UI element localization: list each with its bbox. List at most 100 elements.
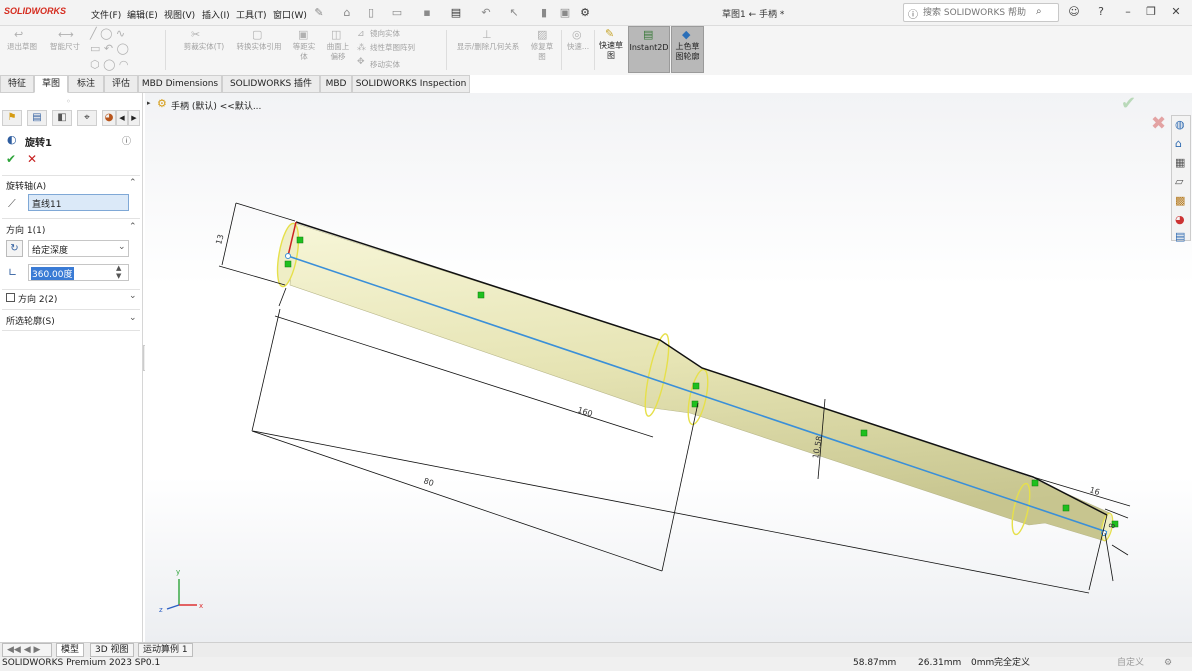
menu-view[interactable]: 视图(V) [164, 8, 195, 21]
offset-on-surface-button[interactable]: 曲面上 偏移 [322, 42, 354, 62]
print-icon[interactable]: ▤ [449, 6, 463, 20]
angle-spinbox[interactable]: 360.00度 ▲ ▼ [28, 264, 129, 281]
exit-sketch-button[interactable]: 退出草图 [6, 42, 38, 52]
repair-sketch-button[interactable]: 修复草 图 [527, 42, 557, 62]
tab-solidworks-inspection[interactable]: SOLIDWORKS Inspection [352, 75, 470, 93]
tab-scroll-left-icon[interactable]: ◀ [116, 110, 128, 126]
user-icon[interactable]: ☺ [1066, 5, 1082, 18]
restore-icon[interactable]: ❐ [1143, 5, 1159, 18]
minimize-icon[interactable]: – [1120, 5, 1136, 18]
move-entities-button[interactable]: 移动实体 [370, 60, 400, 70]
question-icon[interactable]: ? [1093, 5, 1109, 18]
undo-icon[interactable]: ↶ [479, 6, 493, 20]
menu-file[interactable]: 文件(F) [91, 8, 121, 21]
status-bar: SOLIDWORKS Premium 2023 SP0.1 58.87mm 26… [0, 657, 1192, 671]
angle-value: 360.00度 [31, 267, 74, 280]
close-icon[interactable]: ✕ [1168, 5, 1184, 18]
property-manager-icon[interactable]: ▤ [27, 110, 47, 126]
direction2-checkbox[interactable] [6, 293, 15, 302]
save-icon[interactable]: ▪ [420, 6, 434, 20]
menu-tools[interactable]: 工具(T) [236, 8, 267, 21]
rapid-sketch-button[interactable]: 快速草 图 [596, 41, 626, 61]
convert-entities-button[interactable]: 转换实体引用 [231, 42, 287, 52]
end-condition-select[interactable]: 给定深度 ⌄ [28, 240, 129, 257]
axis-selection-value: 直线11 [32, 200, 62, 210]
instant2d-button[interactable]: ▤ Instant2D [628, 26, 670, 73]
tab-features[interactable]: 特征 [0, 75, 34, 93]
convert-icon: ▢ [252, 28, 263, 41]
chevron-up-icon[interactable]: ⌃ [129, 178, 137, 188]
tab-solidworks-addins[interactable]: SOLIDWORKS 插件 [222, 75, 320, 93]
polygon-icon[interactable]: ⬡ ◯ ◠ [90, 58, 129, 71]
dimxpert-icon[interactable]: ⌖ [77, 110, 97, 126]
new-file-icon[interactable]: ▯ [364, 6, 378, 20]
axis-start-point[interactable] [285, 253, 291, 259]
tab-markup[interactable]: 标注 [68, 75, 104, 93]
options-gear-icon[interactable]: ⚙ [578, 6, 592, 20]
status-custom[interactable]: 自定义 [1117, 657, 1144, 670]
rebuild-icon[interactable]: ▮ [537, 6, 551, 20]
configuration-manager-icon[interactable]: ◧ [52, 110, 72, 126]
model-canvas: 13 160 80 10.58 16 8 y x z [159, 202, 1131, 614]
help-search-box[interactable]: ⓘ ⌕ [903, 3, 1059, 22]
tab-scroll-arrows-icon[interactable]: ◀◀ ◀ ▶ ▶▶ [2, 643, 52, 668]
pin-icon[interactable]: ✎ [312, 6, 326, 20]
rectangle-icon[interactable]: ▭ ↶ ◯ [90, 42, 129, 55]
exit-sketch-icon: ↩ [14, 28, 24, 41]
tab-3d-view[interactable]: 3D 视图 [90, 643, 134, 657]
dim-160: 160 [576, 405, 593, 418]
axis-selection-box[interactable]: 直线11 [28, 194, 129, 211]
reverse-direction-icon[interactable]: ↻ [6, 240, 23, 257]
offset-entities-button[interactable]: 等距实 体 [288, 42, 320, 62]
triad-z: z [159, 606, 163, 614]
line-icon[interactable]: ╱ ◯ ∿ [90, 27, 125, 40]
help-icon[interactable]: ⓘ [122, 134, 131, 147]
status-settings-icon[interactable]: ⚙ [1164, 657, 1172, 670]
feature-tree-icon[interactable]: ⚑ [2, 110, 22, 126]
menu-edit[interactable]: 编辑(E) [127, 8, 158, 21]
search-input[interactable] [923, 7, 1035, 19]
select-icon[interactable]: ↖ [507, 6, 521, 20]
ok-check-icon[interactable]: ✔ [6, 152, 16, 166]
direction1-section-title[interactable]: 方向 1(1) [6, 223, 45, 236]
selected-contours-title[interactable]: 所选轮廓(S) [6, 314, 55, 327]
search-icon[interactable]: ⌕ [1036, 6, 1042, 17]
spin-up-icon[interactable]: ▲ [116, 264, 121, 272]
command-manager: ↩ 退出草图 ⟷ 智能尺寸 ╱ ◯ ∿ ▭ ↶ ◯ ⬡ ◯ ◠ ✂ 剪裁实体(T… [0, 26, 1192, 75]
display-manager-icon[interactable]: ◕ [102, 110, 116, 126]
direction2-section-title[interactable]: 方向 2(2) [18, 292, 57, 305]
tab-motion-study[interactable]: 运动算例 1 [138, 643, 193, 657]
home-icon[interactable]: ⌂ [340, 6, 354, 20]
status-x-coordinate: 58.87mm [853, 658, 897, 668]
tab-evaluate[interactable]: 评估 [104, 75, 138, 93]
tab-scroll-right-icon[interactable]: ▶ [128, 110, 140, 126]
open-file-icon[interactable]: ▭ [390, 6, 404, 20]
chevron-up-icon[interactable]: ⌃ [129, 222, 137, 232]
menu-insert[interactable]: 插入(I) [202, 8, 230, 21]
handle-body[interactable] [289, 222, 1111, 542]
tab-sketch[interactable]: 草图 [34, 75, 68, 93]
trim-entities-button[interactable]: 剪裁实体(T) [179, 42, 229, 52]
display-delete-relations-button[interactable]: 显示/删除几何关系 [450, 42, 526, 52]
panel-collapse-icon[interactable]: ◦ [66, 97, 71, 106]
cancel-x-icon[interactable]: ✕ [27, 152, 37, 166]
command-tabs: 特征 草图 标注 评估 MBD Dimensions SOLIDWORKS 插件… [0, 75, 470, 93]
tab-model[interactable]: 模型 [56, 643, 85, 657]
file-properties-icon[interactable]: ▣ [558, 6, 572, 20]
mirror-entities-button[interactable]: 镜向实体 [370, 29, 400, 39]
chevron-down-icon[interactable]: ⌄ [129, 313, 137, 323]
document-title: 草图1 ← 手柄 * [722, 10, 785, 20]
smart-dimension-button[interactable]: 智能尺寸 [47, 42, 83, 52]
menu-window[interactable]: 窗口(W) [273, 8, 307, 21]
status-version: SOLIDWORKS Premium 2023 SP0.1 [2, 658, 161, 668]
spin-down-icon[interactable]: ▼ [116, 272, 121, 280]
graphics-area[interactable]: ▸ ⚙ 手柄 (默认) <<默认... ⌕ ⌕ ↶ ◩ ◨ ▣ ◧ ◈ ◉ ◍ … [145, 93, 1192, 642]
tab-mbd-dimensions[interactable]: MBD Dimensions [138, 75, 222, 93]
shaded-sketch-contours-button[interactable]: ◆ 上色草 图轮廓 [671, 26, 704, 73]
tab-mbd[interactable]: MBD [320, 75, 352, 93]
axis-section-title[interactable]: 旋转轴(A) [6, 179, 46, 192]
linear-pattern-button[interactable]: 线性草图阵列 [370, 43, 415, 53]
chevron-down-icon[interactable]: ⌄ [129, 291, 137, 301]
revolve-axis-line[interactable] [287, 255, 1108, 533]
quick-snaps-button[interactable]: 快速... [563, 42, 593, 52]
